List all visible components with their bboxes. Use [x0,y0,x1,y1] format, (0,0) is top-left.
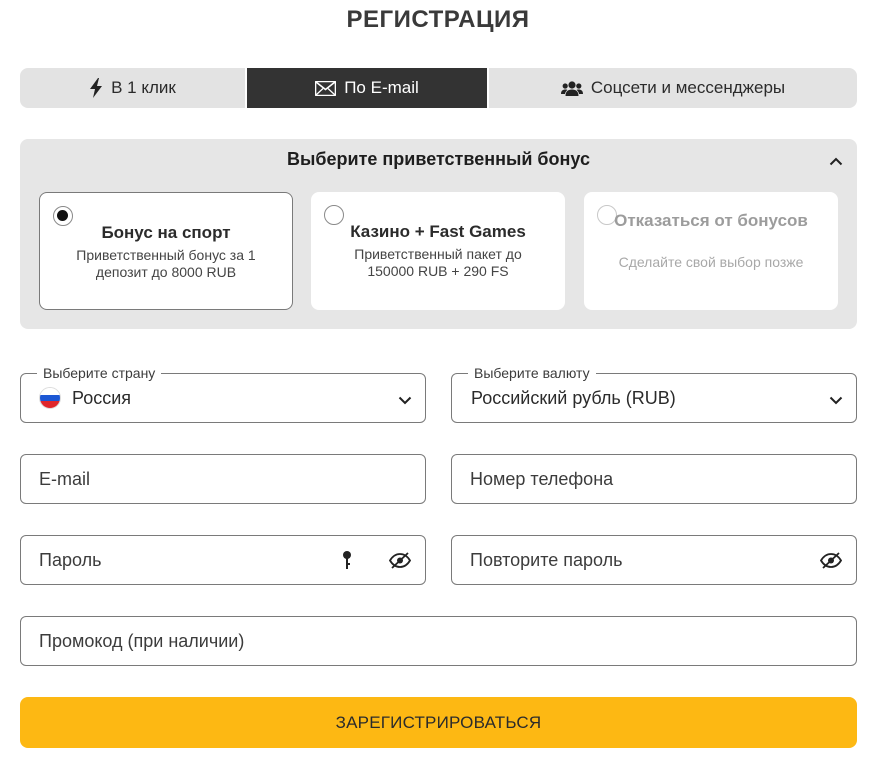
country-value: Россия [72,387,132,408]
bonus-card-title: Казино + Fast Games [350,222,526,241]
currency-value: Российский рубль (RUB) [471,387,676,408]
repeat-password-placeholder: Повторите пароль [470,549,623,570]
password-field[interactable]: Пароль [20,535,426,585]
envelope-icon [315,80,337,96]
bonus-card-title: Отказаться от бонусов [614,211,808,230]
promo-placeholder: Промокод (при наличии) [39,630,245,651]
phone-field[interactable]: Номер телефона [451,454,857,504]
country-legend: Выберите страну [37,364,162,382]
phone-placeholder: Номер телефона [470,468,614,489]
tab-social[interactable]: Соцсети и мессенджеры [487,68,857,108]
bonus-card-casino[interactable]: Казино + Fast Games Приветственный пакет… [311,192,565,310]
register-button[interactable]: ЗАРЕГИСТРИРОВАТЬСЯ [20,697,857,748]
password-placeholder: Пароль [39,549,102,570]
russia-flag-icon [39,387,61,409]
chevron-down-icon [829,392,843,410]
bonus-card-desc: Приветственный бонус за 1 депозит до 800… [76,247,256,280]
bonus-card-desc: Сделайте свой выбор позже [618,254,804,270]
tab-label: В 1 клик [111,78,176,97]
promo-code-field[interactable]: Промокод (при наличии) [20,616,857,666]
bonus-selector: Выберите приветственный бонус Бонус на с… [20,139,857,329]
tab-one-click[interactable]: В 1 клик [20,68,247,108]
chevron-up-icon[interactable] [829,153,843,171]
email-field[interactable]: E-mail [20,454,426,504]
users-icon [560,80,583,97]
tab-email[interactable]: По E-mail [247,68,487,108]
registration-tabs: В 1 клик По E-mail Соцсети и мессенджеры [20,68,857,108]
currency-legend: Выберите валюту [468,364,596,382]
email-placeholder: E-mail [39,468,91,489]
tab-label: Соцсети и мессенджеры [590,78,786,97]
bonus-card-title: Бонус на спорт [101,223,231,242]
tab-label: По E-mail [344,78,419,97]
eye-slash-icon[interactable] [819,552,843,574]
register-button-label: ЗАРЕГИСТРИРОВАТЬСЯ [335,712,542,732]
page-title: РЕГИСТРАЦИЯ [346,6,530,33]
eye-slash-icon[interactable] [388,552,412,574]
bonus-card-desc: Приветственный пакет до 150000 RUB + 290… [354,246,522,279]
bonus-card-sport[interactable]: Бонус на спорт Приветственный бонус за 1… [39,192,293,310]
repeat-password-field[interactable]: Повторите пароль [451,535,857,585]
country-select[interactable]: Выберите страну Россия [20,364,426,423]
bonus-heading: Выберите приветственный бонус [287,149,590,169]
key-icon[interactable] [342,550,352,575]
currency-select[interactable]: Выберите валюту Российский рубль (RUB) [451,364,857,423]
chevron-down-icon [398,392,412,410]
bonus-card-decline[interactable]: Отказаться от бонусов Сделайте свой выбо… [584,192,838,310]
lightning-icon [89,78,103,98]
